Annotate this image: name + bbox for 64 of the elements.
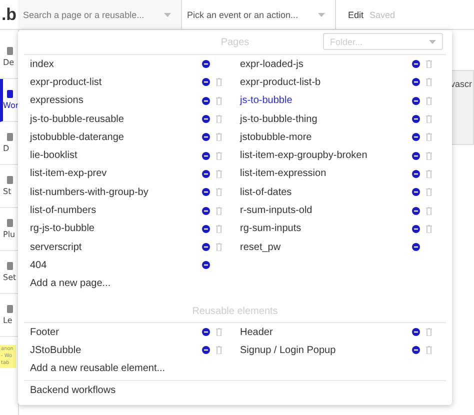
caret-icon (318, 12, 325, 16)
minus-circle-icon[interactable] (202, 133, 210, 142)
minus-circle-icon[interactable] (412, 188, 420, 196)
minus-circle-icon[interactable] (412, 243, 420, 252)
minus-circle-icon[interactable] (202, 78, 210, 86)
minus-circle-icon[interactable] (412, 96, 420, 105)
minus-circle-icon[interactable] (412, 115, 420, 124)
page-name[interactable]: JStoBubble (30, 344, 202, 356)
page-name[interactable]: rg-sum-inputs (240, 223, 412, 234)
minus-circle-icon[interactable] (202, 206, 210, 215)
minus-circle-icon[interactable] (202, 224, 210, 233)
page-name[interactable]: expr-product-list-b (240, 76, 412, 88)
logo[interactable]: .b (0, 0, 18, 29)
page-search-dropdown[interactable]: Search a page or a reusable... (18, 0, 182, 29)
save-status: Saved (370, 8, 396, 22)
minus-circle-icon[interactable] (412, 60, 420, 68)
caret-icon (429, 40, 436, 44)
minus-circle-icon[interactable] (412, 170, 420, 178)
page-name[interactable]: serverscript (30, 242, 202, 253)
page-name[interactable]: Footer (30, 326, 202, 338)
minus-circle-icon[interactable] (202, 328, 210, 336)
minus-circle-icon[interactable] (412, 78, 420, 86)
minus-circle-icon[interactable] (412, 328, 420, 336)
edit-mode-label[interactable]: Edit (336, 0, 370, 29)
minus-circle-icon[interactable] (412, 133, 420, 142)
page-name[interactable]: list-item-exp-groupby-broken (240, 150, 412, 162)
minus-circle-icon[interactable] (202, 115, 210, 124)
page-name[interactable]: r-sum-inputs-old (240, 205, 412, 216)
page-name[interactable]: Header (240, 326, 412, 338)
minus-circle-icon[interactable] (202, 152, 210, 160)
page-name[interactable]: list-item-expression (240, 168, 412, 180)
add-page-link[interactable]: Add a new page... (30, 278, 111, 290)
page-name[interactable]: js-to-bubble-reusable (30, 114, 202, 125)
page-name[interactable]: expressions (30, 95, 202, 106)
page-name[interactable]: js-to-bubble-thing (240, 114, 412, 125)
minus-circle-icon[interactable] (202, 261, 210, 270)
page-name[interactable]: expr-loaded-js (240, 58, 412, 70)
page-name[interactable]: expr-product-list (30, 76, 202, 88)
page-name[interactable]: jstobubble-daterange (30, 132, 202, 143)
minus-circle-icon[interactable] (412, 346, 420, 354)
page-name[interactable]: index (30, 58, 202, 70)
page-name[interactable]: list-of-numbers (30, 205, 202, 216)
page-name[interactable]: js-to-bubble (240, 95, 412, 106)
page-name[interactable]: reset_pw (240, 242, 412, 253)
page-name[interactable]: list-item-exp-prev (30, 168, 202, 180)
page-name[interactable]: Signup / Login Popup (240, 344, 412, 356)
minus-circle-icon[interactable] (412, 224, 420, 233)
minus-circle-icon[interactable] (202, 243, 210, 252)
page-name[interactable]: list-numbers-with-group-by (30, 186, 202, 198)
minus-circle-icon[interactable] (412, 152, 420, 160)
minus-circle-icon[interactable] (202, 170, 210, 178)
page-name[interactable]: list-of-dates (240, 186, 412, 198)
minus-circle-icon[interactable] (202, 60, 210, 68)
minus-circle-icon[interactable] (412, 206, 420, 215)
backend-workflows-link[interactable]: Backend workflows (30, 385, 116, 396)
minus-circle-icon[interactable] (202, 188, 210, 196)
minus-circle-icon[interactable] (202, 96, 210, 105)
minus-circle-icon[interactable] (202, 346, 210, 354)
page-name[interactable]: jstobubble-more (240, 132, 412, 143)
page-name[interactable]: rg-js-to-bubble (30, 223, 202, 234)
add-reusable-link[interactable]: Add a new reusable element... (30, 363, 166, 374)
caret-icon (164, 12, 171, 16)
page-name[interactable]: lie-booklist (30, 150, 202, 162)
page-name[interactable]: 404 (30, 260, 202, 271)
